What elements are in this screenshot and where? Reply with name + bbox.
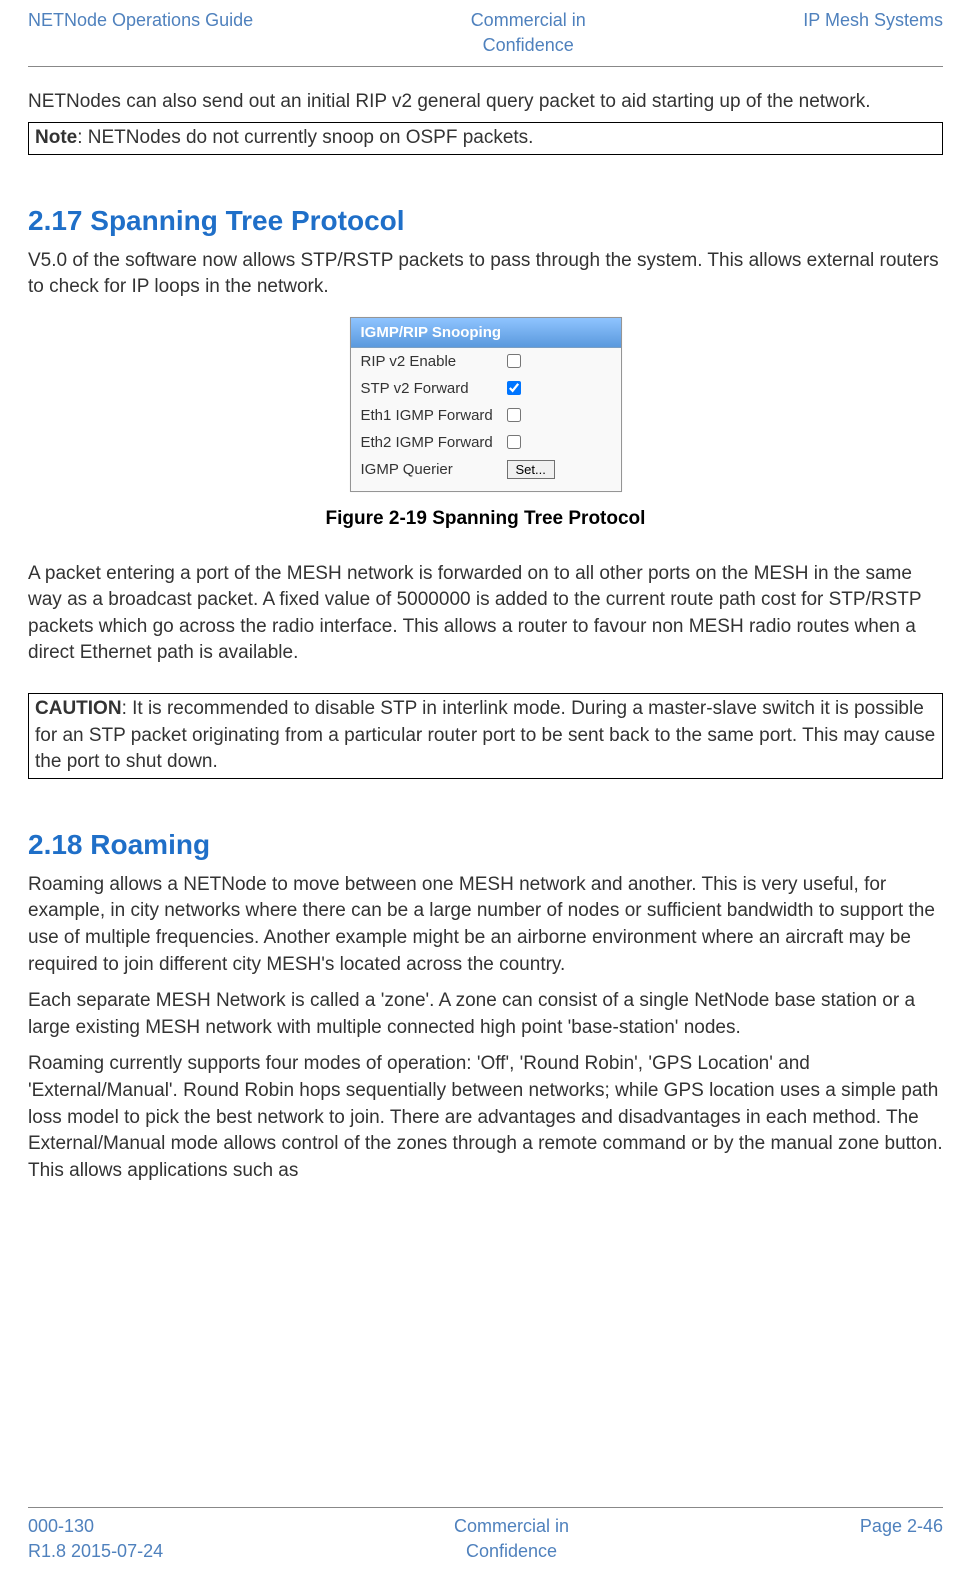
panel-row-eth2: Eth2 IGMP Forward: [351, 429, 621, 456]
panel-row-eth1: Eth1 IGMP Forward: [351, 402, 621, 429]
eth1-igmp-forward-checkbox[interactable]: [507, 408, 521, 422]
rip-v2-enable-checkbox[interactable]: [507, 354, 521, 368]
header-right: IP Mesh Systems: [803, 8, 943, 33]
intro-paragraph: NETNodes can also send out an initial RI…: [28, 89, 943, 116]
figure-2-19-caption: Figure 2-19 Spanning Tree Protocol: [28, 506, 943, 533]
section-2-18-para2: Each separate MESH Network is called a '…: [28, 988, 943, 1041]
stp-v2-forward-checkbox[interactable]: [507, 381, 521, 395]
panel-row-igmp-querier: IGMP Querier Set...: [351, 456, 621, 483]
panel-row-rip: RIP v2 Enable: [351, 348, 621, 375]
rip-v2-enable-label: RIP v2 Enable: [361, 351, 499, 372]
caution-text: : It is recommended to disable STP in in…: [35, 698, 935, 772]
section-2-18-para3: Roaming currently supports four modes of…: [28, 1051, 943, 1184]
panel-title: IGMP/RIP Snooping: [351, 318, 621, 348]
caution-label: CAUTION: [35, 698, 122, 719]
panel-row-stp: STP v2 Forward: [351, 375, 621, 402]
footer-left: 000-130 R1.8 2015-07-24: [28, 1514, 163, 1564]
header-center: Commercial in Confidence: [471, 8, 586, 58]
header-left: NETNode Operations Guide: [28, 8, 253, 33]
eth1-igmp-forward-label: Eth1 IGMP Forward: [361, 405, 499, 426]
footer-right: Page 2-46: [860, 1514, 943, 1539]
footer-divider: [28, 1507, 943, 1508]
page-footer: 000-130 R1.8 2015-07-24 Commercial in Co…: [28, 1514, 943, 1564]
igmp-querier-label: IGMP Querier: [361, 459, 499, 480]
section-2-17-heading: 2.17 Spanning Tree Protocol: [28, 201, 943, 240]
section-2-17-para2: A packet entering a port of the MESH net…: [28, 561, 943, 667]
note-text: : NETNodes do not currently snoop on OSP…: [77, 127, 533, 148]
igmp-rip-snooping-panel: IGMP/RIP Snooping RIP v2 Enable STP v2 F…: [350, 317, 622, 492]
section-2-18-heading: 2.18 Roaming: [28, 825, 943, 864]
footer-center: Commercial in Confidence: [454, 1514, 569, 1564]
section-2-18-para1: Roaming allows a NETNode to move between…: [28, 872, 943, 978]
section-2-17-para1: V5.0 of the software now allows STP/RSTP…: [28, 248, 943, 301]
eth2-igmp-forward-label: Eth2 IGMP Forward: [361, 432, 499, 453]
note-box: Note: NETNodes do not currently snoop on…: [28, 122, 943, 155]
igmp-querier-set-button[interactable]: Set...: [507, 460, 555, 479]
header-divider: [28, 66, 943, 67]
page-header: NETNode Operations Guide Commercial in C…: [28, 8, 943, 64]
eth2-igmp-forward-checkbox[interactable]: [507, 435, 521, 449]
caution-box: CAUTION: It is recommended to disable ST…: [28, 693, 943, 779]
stp-v2-forward-label: STP v2 Forward: [361, 378, 499, 399]
note-label: Note: [35, 127, 77, 148]
